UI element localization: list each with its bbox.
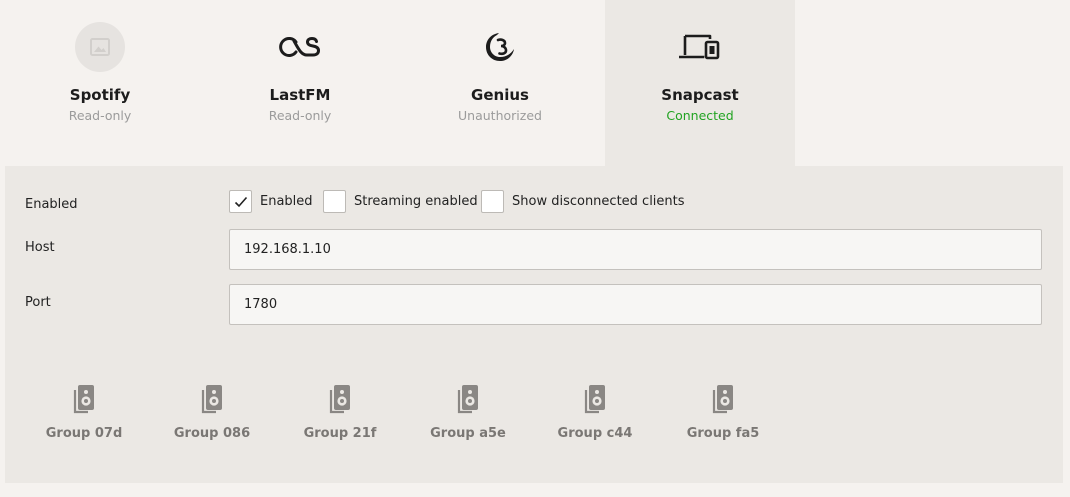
speaker-icon bbox=[418, 384, 518, 416]
group-label: Group fa5 bbox=[686, 426, 760, 441]
port-input[interactable] bbox=[229, 284, 1042, 325]
checkbox-label: Enabled bbox=[260, 194, 313, 209]
enabled-row-label: Enabled bbox=[25, 197, 78, 212]
service-name: Genius bbox=[471, 86, 529, 104]
service-status: Connected bbox=[666, 108, 734, 123]
image-placeholder-icon bbox=[75, 22, 125, 72]
service-status: Unauthorized bbox=[458, 108, 542, 123]
tab-snapcast[interactable]: Snapcast Connected bbox=[605, 0, 795, 166]
services-tabs: Spotify Read-only LastFM Read-only Geniu… bbox=[0, 0, 1070, 166]
group-item[interactable]: Group 086 bbox=[162, 384, 262, 441]
service-status: Read-only bbox=[68, 108, 132, 123]
speaker-icon bbox=[290, 384, 390, 416]
checkbox-box[interactable] bbox=[229, 190, 252, 213]
snapcast-settings-panel: Enabled Enabled Streaming enabled Show d… bbox=[5, 166, 1063, 483]
group-item[interactable]: Group c44 bbox=[545, 384, 645, 441]
group-label: Group 086 bbox=[173, 426, 251, 441]
enabled-checkbox[interactable]: Enabled bbox=[229, 190, 313, 213]
port-label: Port bbox=[25, 295, 51, 310]
group-item[interactable]: Group a5e bbox=[418, 384, 518, 441]
tab-lastfm[interactable]: LastFM Read-only bbox=[205, 0, 395, 166]
group-label: Group 07d bbox=[45, 426, 123, 441]
speaker-icon bbox=[545, 384, 645, 416]
streaming-enabled-checkbox[interactable]: Streaming enabled bbox=[323, 190, 478, 213]
tab-genius[interactable]: Genius Unauthorized bbox=[405, 0, 595, 166]
show-disconnected-clients-checkbox[interactable]: Show disconnected clients bbox=[481, 190, 685, 213]
devices-icon bbox=[675, 22, 725, 72]
checkbox-label: Streaming enabled bbox=[354, 194, 478, 209]
checkbox-box[interactable] bbox=[481, 190, 504, 213]
speaker-icon bbox=[34, 384, 134, 416]
service-status: Read-only bbox=[268, 108, 332, 123]
checkbox-box[interactable] bbox=[323, 190, 346, 213]
group-item[interactable]: Group 07d bbox=[34, 384, 134, 441]
service-name: Spotify bbox=[69, 86, 131, 104]
group-label: Group a5e bbox=[430, 426, 506, 441]
speaker-icon bbox=[162, 384, 262, 416]
group-label: Group 21f bbox=[303, 426, 377, 441]
lastfm-icon bbox=[275, 22, 325, 72]
group-item[interactable]: Group fa5 bbox=[673, 384, 773, 441]
host-input[interactable] bbox=[229, 229, 1042, 270]
checkbox-label: Show disconnected clients bbox=[512, 194, 685, 209]
genius-icon bbox=[475, 22, 525, 72]
speaker-icon bbox=[673, 384, 773, 416]
service-name: LastFM bbox=[269, 86, 331, 104]
service-name: Snapcast bbox=[661, 86, 739, 104]
group-item[interactable]: Group 21f bbox=[290, 384, 390, 441]
host-label: Host bbox=[25, 240, 55, 255]
tab-spotify[interactable]: Spotify Read-only bbox=[5, 0, 195, 166]
group-label: Group c44 bbox=[557, 426, 633, 441]
checkmark-icon bbox=[234, 196, 247, 207]
